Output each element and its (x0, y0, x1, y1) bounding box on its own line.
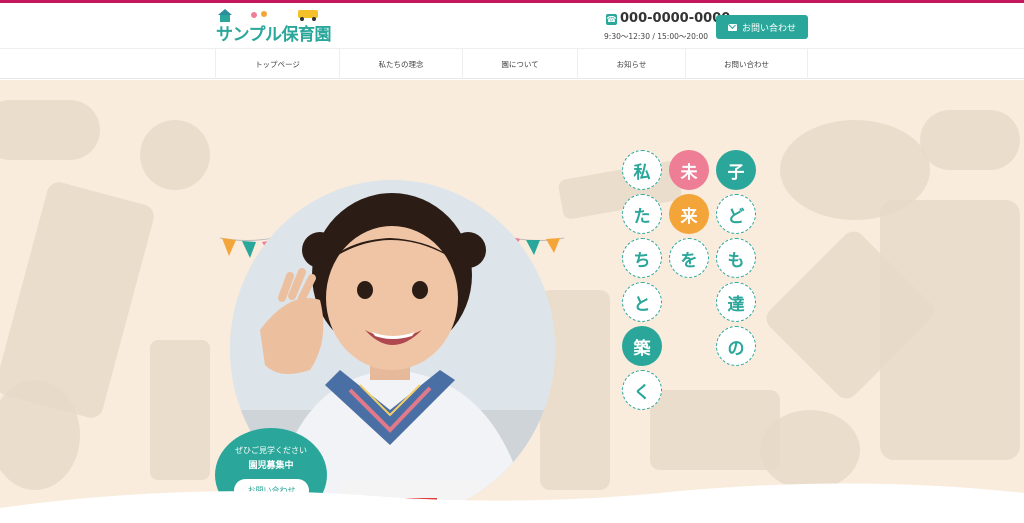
mail-icon (727, 23, 737, 31)
tagline-char: を (669, 238, 709, 278)
site-header: サンプル保育園 ☎ 000-0000-0000 9:30〜12:30 / 15:… (0, 3, 1024, 48)
business-hours: 9:30〜12:30 / 15:00〜20:00 (604, 32, 708, 41)
header-contact-button[interactable]: お問い合わせ (716, 15, 808, 39)
tagline-char: ち (622, 238, 662, 278)
tagline-char: た (622, 194, 662, 234)
phone-icon: ☎ (606, 14, 617, 25)
tagline-char: く (622, 370, 662, 410)
phone-number[interactable]: 000-0000-0000 (620, 11, 730, 26)
global-nav: トップページ 私たちの理念 園について お知らせ お問い合わせ (0, 48, 1024, 79)
nav-label: トップページ (255, 59, 300, 69)
tagline-char: と (622, 282, 662, 322)
nav-item-contact[interactable]: お問い合わせ (685, 49, 808, 79)
tagline-char: ど (716, 194, 756, 234)
tagline-char: 築 (622, 326, 662, 366)
nav-item-top[interactable]: トップページ (215, 49, 339, 79)
tagline-char: も (716, 238, 756, 278)
tagline-char: 達 (716, 282, 756, 322)
header-contact-label: お問い合わせ (741, 23, 796, 34)
tagline-char: の (716, 326, 756, 366)
nav-label: 私たちの理念 (378, 59, 424, 69)
logo-text: サンプル保育園 (216, 25, 332, 45)
tagline-char: 来 (669, 194, 709, 234)
nav-list: トップページ 私たちの理念 園について お知らせ お問い合わせ (215, 49, 808, 79)
nav-item-news[interactable]: お知らせ (577, 49, 685, 79)
phone-block: ☎ 000-0000-0000 9:30〜12:30 / 15:00〜20:00 (604, 11, 730, 43)
hero-section: ぜひご見学ください 園児募集中 お問い合わせ 子 ど も 達 の 未 来 を 私… (0, 80, 1024, 523)
nav-label: 園について (501, 59, 539, 69)
hero-bottom-wave (0, 483, 1024, 523)
tagline-char: 子 (716, 150, 756, 190)
nav-label: お問い合わせ (724, 59, 769, 69)
tagline-char: 私 (622, 150, 662, 190)
nav-item-about[interactable]: 園について (462, 49, 577, 79)
site-logo[interactable]: サンプル保育園 (216, 9, 338, 45)
nav-item-philosophy[interactable]: 私たちの理念 (339, 49, 462, 79)
tagline-char: 未 (669, 150, 709, 190)
nav-label: お知らせ (616, 59, 647, 69)
